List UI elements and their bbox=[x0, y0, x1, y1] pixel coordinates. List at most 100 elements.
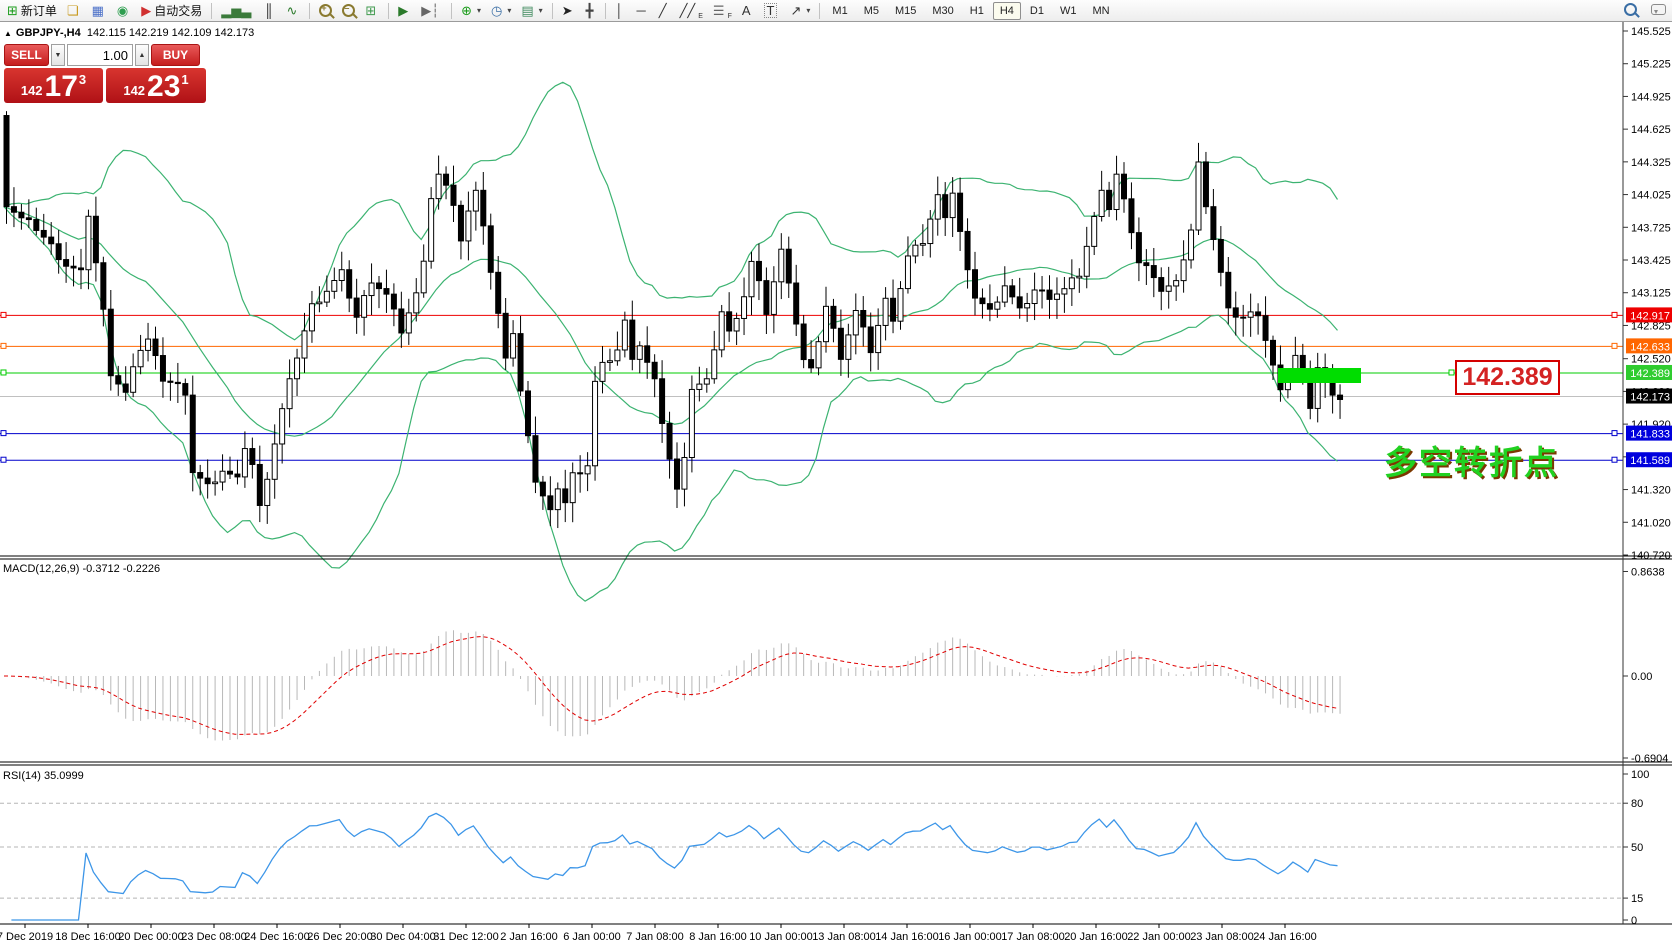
line-left-marker[interactable] bbox=[1, 431, 6, 436]
timeframe-button-m5[interactable]: M5 bbox=[857, 2, 886, 20]
candle-body bbox=[56, 244, 61, 260]
shapes-dropdown[interactable]: ↗▾ bbox=[786, 2, 814, 20]
volume-up-spinner[interactable]: ▲ bbox=[135, 44, 149, 66]
timeframe-button-m1[interactable]: M1 bbox=[825, 2, 854, 20]
candle-body bbox=[1084, 246, 1089, 276]
timeframe-button-m15[interactable]: M15 bbox=[888, 2, 923, 20]
timeframe-button-mn[interactable]: MN bbox=[1085, 2, 1116, 20]
fibonacci-tool[interactable]: ☰F bbox=[709, 2, 736, 20]
new-chart-icon[interactable]: ▦ bbox=[88, 2, 111, 20]
candle-body bbox=[1069, 278, 1074, 289]
zoom-out-icon[interactable]: – bbox=[342, 4, 355, 17]
bar-chart-mode-icon[interactable]: ▂▅▃ bbox=[217, 2, 258, 20]
candle-body bbox=[838, 328, 843, 359]
profiles-icon[interactable]: ❏ bbox=[63, 2, 86, 20]
trendline-tool[interactable]: ╱ bbox=[655, 2, 674, 20]
text-tool[interactable]: A bbox=[738, 2, 758, 20]
candlestick-mode-icon[interactable]: ║ bbox=[260, 2, 280, 20]
time-label: 8 Jan 16:00 bbox=[689, 931, 747, 943]
search-icon[interactable] bbox=[1624, 3, 1637, 16]
candle-body bbox=[347, 270, 352, 298]
pivot-note-text[interactable]: 多空转折点 bbox=[1384, 436, 1559, 484]
candle-body bbox=[123, 384, 128, 392]
bar-chart-mode-icon-glyph: ▂▅▃ bbox=[221, 4, 251, 17]
horizontal-line-tool[interactable]: ─ bbox=[633, 2, 653, 20]
candle-body bbox=[481, 190, 486, 226]
mt4-terminal: { "toolbar": { "items": [ {"name":"new-o… bbox=[0, 0, 1672, 946]
chevron-down-icon[interactable]: ▾ bbox=[806, 6, 810, 15]
time-label: 20 Dec 00:00 bbox=[118, 931, 183, 943]
chevron-down-icon[interactable]: ▾ bbox=[507, 6, 511, 15]
symbol-ohlc-values: 142.115 142.219 142.109 142.173 bbox=[87, 27, 254, 39]
indicators-dropdown[interactable]: ⊕▾ bbox=[457, 2, 485, 20]
candle-body bbox=[220, 471, 225, 482]
candle-body bbox=[1010, 286, 1015, 297]
line-left-marker[interactable] bbox=[1, 312, 6, 317]
one-click-trading-panel: SELL ▼ 1.00 ▲ BUY 142 17 3 142 23 1 bbox=[4, 44, 206, 103]
line-left-marker[interactable] bbox=[1, 457, 6, 462]
buy-price-panel[interactable]: 142 23 1 bbox=[106, 68, 206, 103]
line-right-marker[interactable] bbox=[1612, 343, 1617, 348]
cursor-tool[interactable]: ➤ bbox=[558, 2, 580, 20]
time-label: 14 Jan 16:00 bbox=[875, 931, 939, 943]
autotrading-button[interactable]: ▶自动交易 bbox=[137, 2, 206, 20]
sell-price-panel[interactable]: 142 17 3 bbox=[4, 68, 103, 103]
new-order-button[interactable]: ⊞新订单 bbox=[3, 2, 61, 20]
tile-windows-icon[interactable]: ⊞ bbox=[361, 2, 383, 20]
crosshair-tool[interactable]: ╋ bbox=[582, 2, 601, 20]
candle-body bbox=[526, 391, 531, 436]
chat-icon[interactable] bbox=[1651, 4, 1666, 15]
candle-body bbox=[950, 193, 955, 217]
candle-body bbox=[861, 310, 866, 326]
buy-button[interactable]: BUY bbox=[151, 44, 200, 66]
macd-tick-label: 0.8638 bbox=[1631, 566, 1665, 578]
vertical-line-tool[interactable]: │ bbox=[611, 2, 630, 20]
chart-shift-icon[interactable]: ▶┆ bbox=[417, 2, 446, 20]
candle-body bbox=[570, 473, 575, 503]
candle-body bbox=[771, 282, 776, 315]
new-order-button-glyph: ⊞ bbox=[7, 4, 18, 17]
line-right-marker[interactable] bbox=[1612, 312, 1617, 317]
zoom-in-icon[interactable]: + bbox=[319, 4, 332, 17]
line-right-marker[interactable] bbox=[1612, 457, 1617, 462]
volume-down-spinner[interactable]: ▼ bbox=[51, 44, 65, 66]
line-chart-mode-icon[interactable]: ∿ bbox=[282, 2, 304, 20]
line-left-marker[interactable] bbox=[1, 370, 6, 375]
zoom-out-icon[interactable]: – bbox=[338, 2, 359, 20]
candle-body bbox=[622, 320, 627, 350]
chevron-down-icon[interactable]: ▾ bbox=[539, 6, 543, 15]
line-right-marker[interactable] bbox=[1449, 370, 1454, 375]
text-label-tool[interactable]: T bbox=[760, 2, 785, 20]
timeframe-button-h4[interactable]: H4 bbox=[993, 2, 1021, 20]
timeframe-button-d1[interactable]: D1 bbox=[1023, 2, 1051, 20]
candle-body bbox=[1099, 190, 1104, 216]
timeframe-button-m30[interactable]: M30 bbox=[925, 2, 960, 20]
market-watch-icon[interactable]: ◉ bbox=[113, 2, 135, 20]
chevron-down-icon[interactable]: ▾ bbox=[477, 6, 481, 15]
templates-dropdown[interactable]: ▤▾ bbox=[517, 2, 546, 20]
candle-body bbox=[1233, 308, 1238, 317]
price-callout-box[interactable]: 142.389 bbox=[1455, 360, 1560, 395]
price-tick-label: 145.525 bbox=[1631, 26, 1671, 38]
candle-body bbox=[548, 496, 553, 510]
collapse-triangle-icon[interactable]: ▲ bbox=[4, 29, 12, 38]
line-left-marker[interactable] bbox=[1, 343, 6, 348]
zoom-in-icon[interactable]: + bbox=[315, 2, 336, 20]
candle-body bbox=[265, 479, 270, 505]
periods-dropdown[interactable]: ◷▾ bbox=[487, 2, 515, 20]
timeframe-button-h1[interactable]: H1 bbox=[963, 2, 991, 20]
time-label: 24 Dec 16:00 bbox=[244, 931, 309, 943]
sell-button[interactable]: SELL bbox=[4, 44, 49, 66]
highlight-rectangle-object[interactable] bbox=[1278, 368, 1361, 383]
auto-scroll-icon[interactable]: ▶ bbox=[394, 2, 415, 20]
channel-tool[interactable]: ╱╱E bbox=[676, 2, 707, 20]
candle-body bbox=[79, 268, 84, 270]
volume-input[interactable]: 1.00 bbox=[67, 44, 133, 66]
candle-body bbox=[190, 395, 195, 472]
line-right-marker[interactable] bbox=[1612, 431, 1617, 436]
candle-body bbox=[198, 473, 203, 479]
toolbar-separator bbox=[552, 3, 553, 19]
candle-body bbox=[742, 297, 747, 319]
timeframe-button-w1[interactable]: W1 bbox=[1053, 2, 1084, 20]
channel-tool-glyph: ╱╱ bbox=[680, 4, 696, 17]
